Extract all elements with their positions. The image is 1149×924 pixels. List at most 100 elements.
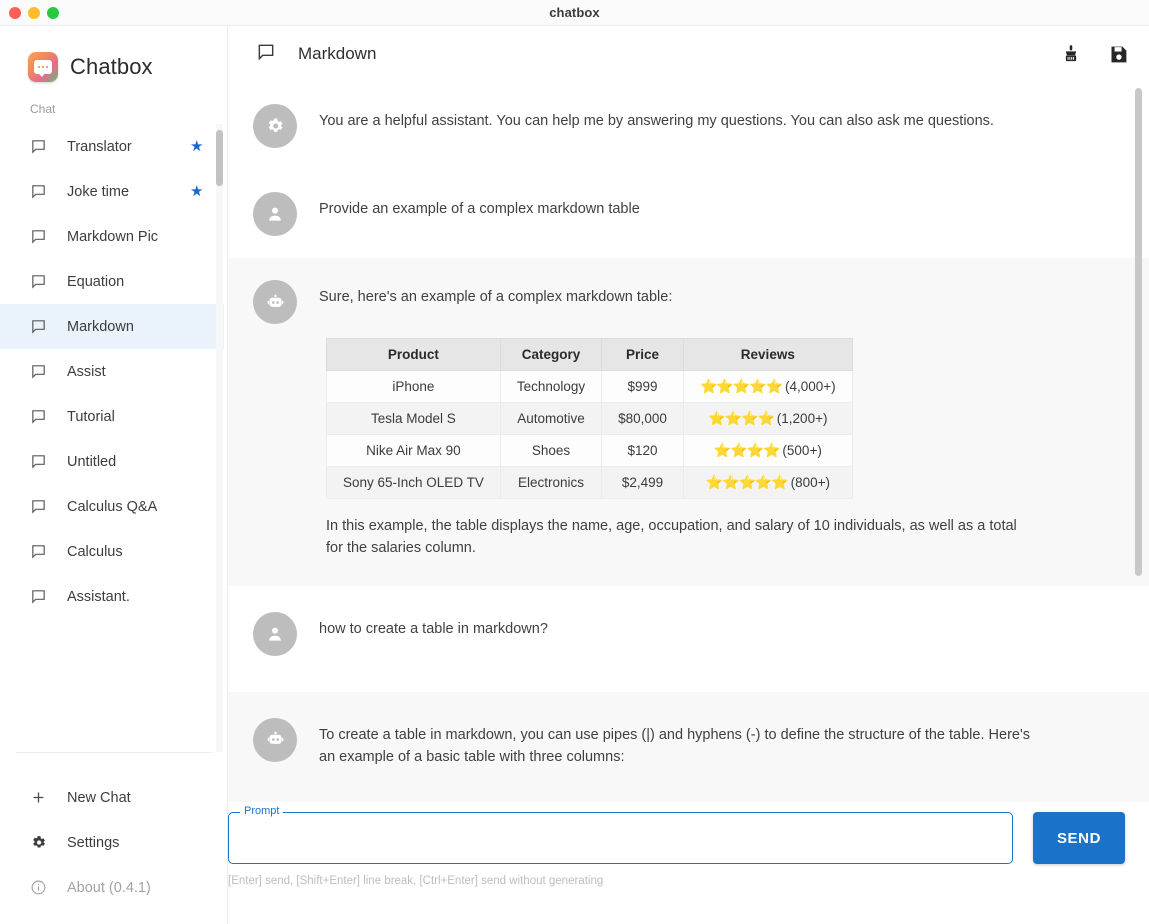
review-count: (1,200+)	[777, 411, 828, 426]
brand-name: Chatbox	[70, 54, 153, 80]
gear-icon	[30, 834, 52, 851]
avatar	[253, 104, 297, 148]
chatbox-logo-icon	[28, 52, 58, 82]
send-button[interactable]: SEND	[1033, 812, 1125, 864]
title-bar: chatbox	[0, 0, 1149, 26]
sidebar-item-assistant[interactable]: Assistant.	[0, 574, 224, 619]
chat-bubble-icon	[30, 453, 52, 470]
sidebar-item-untitled[interactable]: Untitled	[0, 439, 224, 484]
prompt-input[interactable]	[229, 813, 1012, 863]
sidebar-item-assist[interactable]: Assist	[0, 349, 224, 394]
star-rating: ⭐⭐⭐⭐⭐	[700, 378, 785, 394]
table-row: iPhone Technology $999 ⭐⭐⭐⭐⭐ (4,000+)	[327, 371, 853, 403]
message-body: To create a table in markdown, you can u…	[319, 718, 1109, 769]
message-footer-text: In this example, the table displays the …	[326, 515, 1036, 560]
chat-bubble-icon	[30, 318, 52, 335]
chat-bubble-icon	[30, 138, 52, 155]
message-body: Sure, here's an example of a complex mar…	[319, 280, 1109, 324]
sidebar-item-equation[interactable]: Equation	[0, 259, 224, 304]
session-title: Markdown	[298, 44, 376, 64]
zoom-button[interactable]	[47, 7, 59, 19]
sidebar-item-translator[interactable]: Translator ★	[0, 124, 224, 169]
review-count: (4,000+)	[785, 379, 836, 394]
sidebar-item-label: Translator	[67, 139, 190, 155]
chat-bubble-icon	[30, 363, 52, 380]
star-icon[interactable]: ★	[190, 184, 206, 199]
sidebar-item-label: Markdown Pic	[67, 229, 190, 245]
main-scrollbar[interactable]	[1135, 82, 1142, 924]
composer-row: Prompt SEND	[228, 812, 1125, 864]
chat-bubble-icon	[30, 543, 52, 560]
table-header-cell: Reviews	[683, 339, 852, 371]
sidebar: Chatbox Chat Translator ★	[0, 26, 228, 924]
message-body: You are a helpful assistant. You can hel…	[319, 104, 1109, 148]
sidebar-scrollbar-thumb[interactable]	[216, 130, 223, 186]
app-window: chatbox Chatbox Chat	[0, 0, 1149, 924]
review-count: (500+)	[782, 443, 821, 458]
sidebar-item-label: Assist	[67, 364, 190, 380]
star-icon[interactable]: ★	[190, 139, 206, 154]
message-system: You are a helpful assistant. You can hel…	[228, 82, 1149, 170]
main-scrollbar-thumb[interactable]	[1135, 88, 1142, 576]
sidebar-item-joke-time[interactable]: Joke time ★	[0, 169, 224, 214]
about-button[interactable]: About (0.4.1)	[16, 865, 213, 910]
message-body: how to create a table in markdown?	[319, 612, 1109, 656]
table-cell-price: $80,000	[602, 403, 684, 435]
message-text: Provide an example of a complex markdown…	[319, 198, 1039, 220]
message-text: Sure, here's an example of a complex mar…	[319, 286, 1039, 308]
table-header-cell: Price	[602, 339, 684, 371]
avatar	[253, 280, 297, 324]
table-cell-reviews: ⭐⭐⭐⭐ (1,200+)	[683, 403, 852, 435]
prompt-field-wrapper[interactable]: Prompt	[228, 812, 1013, 864]
chat-bubble-icon	[30, 183, 52, 200]
sidebar-item-markdown[interactable]: Markdown	[0, 304, 224, 349]
minimize-button[interactable]	[28, 7, 40, 19]
table-cell-reviews: ⭐⭐⭐⭐ (500+)	[683, 435, 852, 467]
close-button[interactable]	[9, 7, 21, 19]
star-rating: ⭐⭐⭐⭐⭐	[706, 474, 791, 490]
info-icon	[30, 879, 52, 896]
table-cell-category: Automotive	[500, 403, 601, 435]
chat-bubble-icon	[30, 273, 52, 290]
star-rating: ⭐⭐⭐⭐	[708, 410, 777, 426]
message-text: You are a helpful assistant. You can hel…	[319, 110, 1039, 132]
table-cell-price: $2,499	[602, 467, 684, 499]
table-cell-reviews: ⭐⭐⭐⭐⭐ (800+)	[683, 467, 852, 499]
chat-bubble-icon	[30, 498, 52, 515]
main-panel: Markdown	[228, 26, 1149, 924]
clean-icon[interactable]	[1060, 43, 1082, 65]
message-list[interactable]: You are a helpful assistant. You can hel…	[228, 82, 1149, 924]
message-text: To create a table in markdown, you can u…	[319, 724, 1031, 769]
chat-list: Translator ★ Joke time ★	[0, 124, 227, 752]
message-user: Provide an example of a complex markdown…	[228, 170, 1149, 258]
table-row: Nike Air Max 90 Shoes $120 ⭐⭐⭐⭐ (500+)	[327, 435, 853, 467]
table-cell-product: Sony 65-Inch OLED TV	[327, 467, 501, 499]
sidebar-scrollbar[interactable]	[216, 124, 223, 752]
table-cell-category: Shoes	[500, 435, 601, 467]
table-cell-category: Electronics	[500, 467, 601, 499]
table-cell-price: $999	[602, 371, 684, 403]
avatar	[253, 718, 297, 762]
app-shell: Chatbox Chat Translator ★	[0, 26, 1149, 924]
table-cell-reviews: ⭐⭐⭐⭐⭐ (4,000+)	[683, 371, 852, 403]
brand: Chatbox	[0, 26, 227, 102]
chat-bubble-icon	[30, 588, 52, 605]
sidebar-item-tutorial[interactable]: Tutorial	[0, 394, 224, 439]
sidebar-item-calculus-qa[interactable]: Calculus Q&A	[0, 484, 224, 529]
sidebar-item-label: Tutorial	[67, 409, 190, 425]
table-cell-category: Technology	[500, 371, 601, 403]
save-icon[interactable]	[1108, 44, 1129, 65]
new-chat-button[interactable]: New Chat	[16, 775, 213, 820]
review-count: (800+)	[791, 475, 830, 490]
table-cell-price: $120	[602, 435, 684, 467]
table-cell-product: Tesla Model S	[327, 403, 501, 435]
plus-icon	[30, 789, 52, 806]
markdown-table: Product Category Price Reviews iPhone Te…	[326, 338, 853, 499]
sidebar-item-calculus[interactable]: Calculus	[0, 529, 224, 574]
table-cell-product: iPhone	[327, 371, 501, 403]
sidebar-item-markdown-pic[interactable]: Markdown Pic	[0, 214, 224, 259]
new-chat-label: New Chat	[67, 790, 131, 806]
table-header-cell: Category	[500, 339, 601, 371]
table-cell-product: Nike Air Max 90	[327, 435, 501, 467]
settings-button[interactable]: Settings	[16, 820, 213, 865]
